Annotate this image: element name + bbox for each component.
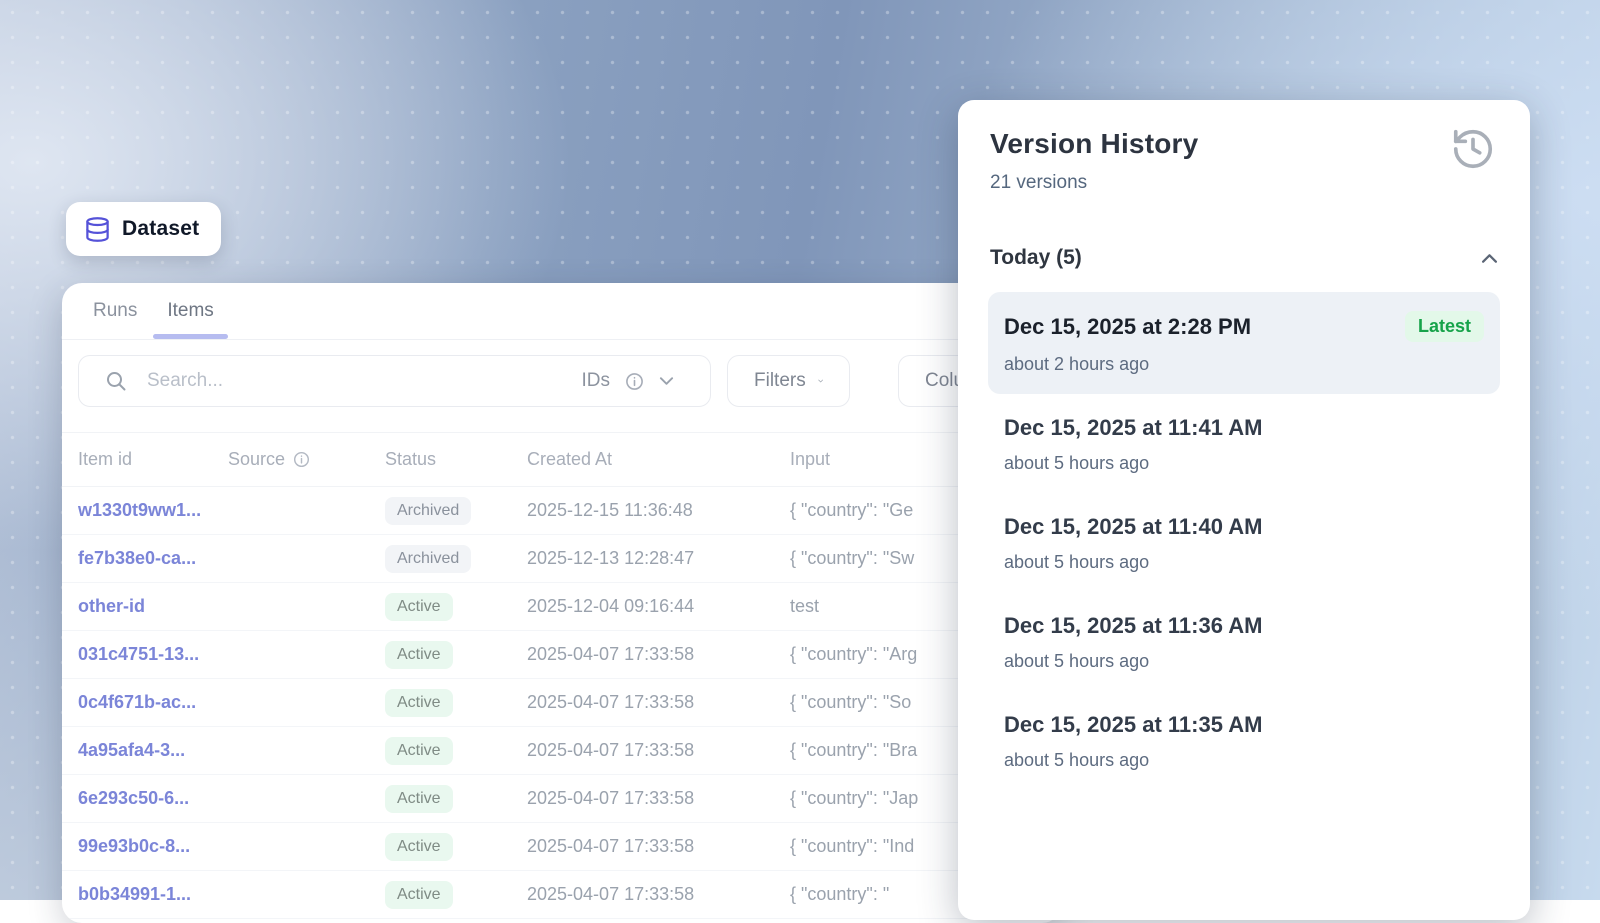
status-cell: Active	[385, 641, 527, 669]
status-badge: Active	[385, 737, 453, 765]
version-group-label: Today (5)	[990, 246, 1082, 270]
version-relative-time: about 5 hours ago	[1004, 651, 1484, 672]
table-row[interactable]: w1330t9ww1... Archived 2025-12-15 11:36:…	[62, 487, 1062, 535]
dataset-chip-label: Dataset	[122, 217, 199, 241]
info-icon	[625, 372, 644, 391]
filters-label: Filters	[754, 370, 806, 392]
created-at-cell: 2025-04-07 17:33:58	[527, 884, 790, 905]
column-header-created-at: Created At	[527, 449, 790, 470]
toolbar: Search... IDs Filters Colu	[62, 355, 1062, 407]
chevron-down-icon	[659, 376, 674, 386]
created-at-cell: 2025-12-15 11:36:48	[527, 500, 790, 521]
table-row[interactable]: other-id Active 2025-12-04 09:16:44 test	[62, 583, 1062, 631]
status-cell: Active	[385, 593, 527, 621]
version-entry[interactable]: Dec 15, 2025 at 11:41 AM about 5 hours a…	[988, 396, 1500, 493]
chevron-down-icon	[818, 376, 823, 386]
tab-bar: Runs Items	[62, 283, 1062, 340]
status-cell: Active	[385, 785, 527, 813]
status-badge: Archived	[385, 545, 471, 573]
status-badge: Archived	[385, 497, 471, 525]
status-badge: Active	[385, 593, 453, 621]
version-count: 21 versions	[990, 172, 1498, 194]
dataset-chip[interactable]: Dataset	[66, 202, 221, 256]
source-header-label: Source	[228, 449, 285, 470]
column-header-item-id: Item id	[78, 449, 228, 470]
created-at-cell: 2025-04-07 17:33:58	[527, 644, 790, 665]
column-header-source: Source	[228, 449, 385, 470]
status-cell: Archived	[385, 545, 527, 573]
table-row[interactable]: 0c4f671b-ac... Active 2025-04-07 17:33:5…	[62, 679, 1062, 727]
item-id-link[interactable]: 0c4f671b-ac...	[78, 692, 228, 713]
version-entry[interactable]: Dec 15, 2025 at 11:40 AM about 5 hours a…	[988, 495, 1500, 592]
filters-button[interactable]: Filters	[727, 355, 850, 407]
dataset-items-card: Runs Items Search... IDs Filters	[62, 283, 1062, 923]
version-entry[interactable]: Dec 15, 2025 at 11:36 AM about 5 hours a…	[988, 594, 1500, 691]
ids-label: IDs	[582, 370, 611, 392]
history-icon	[1450, 126, 1496, 172]
status-cell: Active	[385, 833, 527, 861]
version-date: Dec 15, 2025 at 2:28 PM	[1004, 314, 1251, 340]
item-id-link[interactable]: w1330t9ww1...	[78, 500, 228, 521]
created-at-cell: 2025-04-07 17:33:58	[527, 836, 790, 857]
ids-dropdown[interactable]: IDs	[582, 370, 675, 392]
table-row[interactable]: 031c4751-13... Active 2025-04-07 17:33:5…	[62, 631, 1062, 679]
table-body: w1330t9ww1... Archived 2025-12-15 11:36:…	[62, 487, 1062, 923]
info-icon	[293, 451, 310, 468]
version-date: Dec 15, 2025 at 11:40 AM	[1004, 514, 1262, 540]
search-input[interactable]: Search... IDs	[78, 355, 711, 407]
created-at-cell: 2025-04-07 17:33:58	[527, 692, 790, 713]
version-date: Dec 15, 2025 at 11:41 AM	[1004, 415, 1262, 441]
version-relative-time: about 5 hours ago	[1004, 552, 1484, 573]
version-entries: Dec 15, 2025 at 2:28 PM Latest about 2 h…	[990, 292, 1498, 792]
table-row[interactable]: 6e293c50-6... Active 2025-04-07 17:33:58…	[62, 775, 1062, 823]
table-row[interactable]: b0b34991-1... Active 2025-04-07 17:33:58…	[62, 871, 1062, 919]
table-row[interactable]: 4a95afa4-3... Active 2025-04-07 17:33:58…	[62, 727, 1062, 775]
created-at-cell: 2025-12-04 09:16:44	[527, 596, 790, 617]
version-relative-time: about 5 hours ago	[1004, 750, 1484, 771]
version-group-today[interactable]: Today (5)	[990, 246, 1498, 270]
version-date: Dec 15, 2025 at 11:36 AM	[1004, 613, 1262, 639]
status-cell: Active	[385, 881, 527, 909]
database-icon	[84, 216, 111, 243]
created-at-cell: 2025-04-07 17:33:58	[527, 740, 790, 761]
version-relative-time: about 2 hours ago	[1004, 354, 1484, 375]
item-id-link[interactable]: 031c4751-13...	[78, 644, 228, 665]
created-at-cell: 2025-12-13 12:28:47	[527, 548, 790, 569]
tab-items[interactable]: Items	[167, 283, 213, 339]
chevron-up-icon[interactable]	[1481, 253, 1498, 264]
version-date: Dec 15, 2025 at 11:35 AM	[1004, 712, 1262, 738]
item-id-link[interactable]: 4a95afa4-3...	[78, 740, 228, 761]
status-badge: Active	[385, 689, 453, 717]
status-badge: Active	[385, 881, 453, 909]
table-header: Item id Source Status Created At Input	[62, 432, 1062, 487]
status-badge: Active	[385, 833, 453, 861]
item-id-link[interactable]: 99e93b0c-8...	[78, 836, 228, 857]
item-id-link[interactable]: other-id	[78, 596, 228, 617]
status-badge: Active	[385, 785, 453, 813]
tab-runs[interactable]: Runs	[93, 283, 137, 339]
version-entry[interactable]: Dec 15, 2025 at 11:35 AM about 5 hours a…	[988, 693, 1500, 790]
item-id-link[interactable]: b0b34991-1...	[78, 884, 228, 905]
table-row[interactable]: 99e93b0c-8... Active 2025-04-07 17:33:58…	[62, 823, 1062, 871]
version-relative-time: about 5 hours ago	[1004, 453, 1484, 474]
status-badge: Active	[385, 641, 453, 669]
latest-badge: Latest	[1405, 311, 1484, 342]
created-at-cell: 2025-04-07 17:33:58	[527, 788, 790, 809]
version-history-panel: Version History 21 versions Today (5) De…	[958, 100, 1530, 920]
item-id-link[interactable]: fe7b38e0-ca...	[78, 548, 228, 569]
version-entry[interactable]: Dec 15, 2025 at 2:28 PM Latest about 2 h…	[988, 292, 1500, 394]
status-cell: Active	[385, 689, 527, 717]
item-id-link[interactable]: 6e293c50-6...	[78, 788, 228, 809]
status-cell: Active	[385, 737, 527, 765]
column-header-status: Status	[385, 449, 527, 470]
version-history-title: Version History	[990, 128, 1498, 160]
table-row[interactable]: fe7b38e0-ca... Archived 2025-12-13 12:28…	[62, 535, 1062, 583]
status-cell: Archived	[385, 497, 527, 525]
search-icon	[105, 370, 127, 392]
search-placeholder: Search...	[147, 370, 223, 392]
